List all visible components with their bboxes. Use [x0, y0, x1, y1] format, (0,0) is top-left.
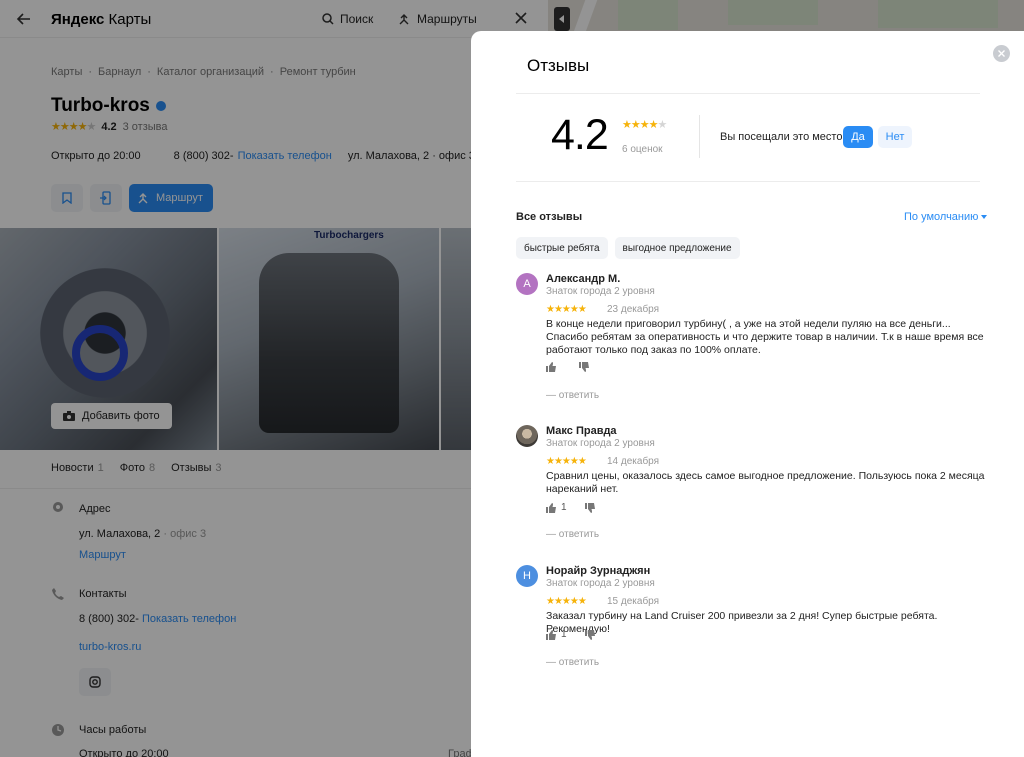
review-tags: быстрые ребята выгодное предложение [516, 237, 740, 259]
avatar[interactable]: Н [516, 565, 538, 587]
thumbs-up-icon [546, 362, 556, 372]
divider [516, 181, 980, 182]
like-button[interactable]: 1 [546, 502, 567, 513]
review-date: 14 декабря [607, 456, 660, 467]
review-stars-icon: ★★★★★ [546, 304, 587, 315]
thumbs-down-icon [584, 502, 595, 513]
thumbs-up-icon [546, 629, 556, 640]
overall-stars-icon: ★★★★★ [622, 119, 667, 131]
dislike-button[interactable] [584, 502, 596, 513]
review-stars-icon: ★★★★★ [546, 596, 587, 607]
reviews-modal: Отзывы 4.2 ★★★★★ 6 оценок Вы посещали эт… [471, 31, 1024, 757]
review-author-level: Знаток города 2 уровня [546, 578, 655, 589]
review-date: 23 декабря [607, 304, 660, 315]
review-author-level: Знаток города 2 уровня [546, 286, 655, 297]
dislike-button[interactable] [579, 362, 590, 372]
tag-chip[interactable]: выгодное предложение [614, 237, 740, 259]
ratings-count: 6 оценок [622, 144, 663, 155]
reply-link[interactable]: — ответить [546, 529, 599, 540]
review-votes: 1 [546, 629, 596, 640]
all-reviews-heading: Все отзывы [516, 211, 583, 223]
review-votes: 1 [546, 502, 596, 513]
dislike-button[interactable] [584, 629, 596, 640]
review-text: В конце недели приговорил турбину( , а у… [546, 318, 984, 356]
reply-link[interactable]: — ответить [546, 390, 599, 401]
divider [699, 115, 700, 158]
sort-dropdown[interactable]: По умолчанию [904, 211, 988, 223]
review-author-level: Знаток города 2 уровня [546, 438, 655, 449]
close-icon [998, 50, 1005, 57]
thumbs-down-icon [579, 362, 589, 372]
review-text: Заказал турбину на Land Cruiser 200 прив… [546, 610, 938, 635]
visited-no-button[interactable]: Нет [878, 126, 912, 148]
like-button[interactable] [546, 362, 561, 372]
tag-chip[interactable]: быстрые ребята [516, 237, 608, 259]
avatar[interactable] [516, 425, 538, 447]
review-author[interactable]: Александр М. [546, 273, 620, 285]
avatar[interactable]: А [516, 273, 538, 295]
review-text: Сравнил цены, оказалось здесь самое выго… [546, 470, 985, 495]
chevron-down-icon [981, 215, 988, 219]
divider [516, 93, 980, 94]
review-stars-icon: ★★★★★ [546, 456, 587, 467]
review-votes [546, 362, 590, 372]
overall-score: 4.2 [551, 111, 609, 159]
visited-question: Вы посещали это место? [720, 131, 849, 143]
thumbs-down-icon [584, 629, 595, 640]
visited-yes-button[interactable]: Да [843, 126, 873, 148]
close-modal-button[interactable] [993, 45, 1010, 62]
reply-link[interactable]: — ответить [546, 657, 599, 668]
like-button[interactable]: 1 [546, 629, 567, 640]
thumbs-up-icon [546, 502, 556, 513]
review-author[interactable]: Макс Правда [546, 425, 617, 437]
review-author[interactable]: Норайр Зурнаджян [546, 565, 650, 577]
modal-title: Отзывы [527, 56, 590, 75]
review-date: 15 декабря [607, 596, 660, 607]
